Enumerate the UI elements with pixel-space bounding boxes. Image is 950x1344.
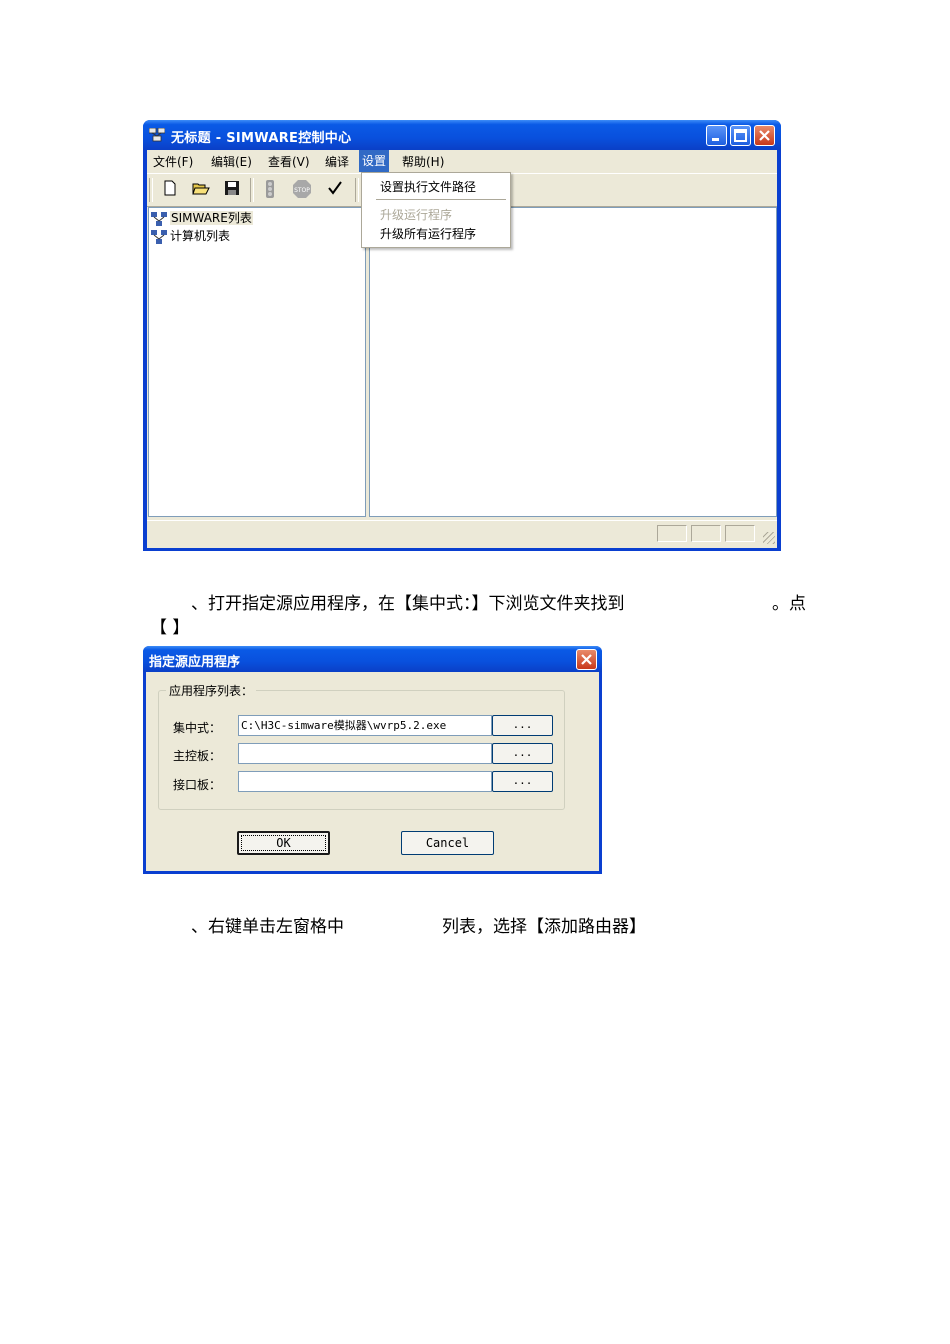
traffic-light-button[interactable] [260,180,280,200]
minimize-icon [712,138,719,141]
main-board-browse-button[interactable]: ... [492,743,553,764]
toolbar-separator [355,178,359,202]
focus-rectangle [241,835,326,851]
check-icon [328,181,342,195]
status-cell [725,525,755,542]
menu-item-upgrade-all-programs[interactable]: 升级所有运行程序 [380,225,476,242]
main-board-path-input[interactable] [238,743,492,764]
open-folder-icon [192,183,210,195]
menu-bar: 文件(F) 编辑(E) 查看(V) 编译 设置 帮助(H) [147,150,777,172]
stop-icon: STOP [293,180,311,198]
specify-source-app-dialog: 指定源应用程序 应用程序列表： 集中式： C:\H3C-simware模拟器\w… [143,646,602,874]
group-label: 应用程序列表： [166,682,257,699]
status-cell [691,525,721,542]
title-bar[interactable]: 无标题 - SIMWARE控制中心 [143,120,781,150]
main-board-label: 主控板： [173,749,222,763]
tree-item-simware-list[interactable]: SIMWARE列表 [151,209,253,226]
network-icon [151,229,167,244]
minimize-button[interactable] [706,125,727,146]
menu-edit[interactable]: 编辑(E) [211,153,252,170]
status-bar [147,520,777,546]
maximize-icon [734,129,747,142]
status-cell [657,525,687,542]
svg-text:STOP: STOP [294,187,310,194]
menu-view[interactable]: 查看(V) [268,153,310,170]
dialog-client-area: 应用程序列表： 集中式： C:\H3C-simware模拟器\wvrp5.2.e… [146,672,599,871]
interface-board-path-input[interactable] [238,771,492,792]
cancel-button[interactable]: Cancel [401,831,494,855]
menu-settings[interactable]: 设置 [359,150,390,172]
simware-control-center-window: 无标题 - SIMWARE控制中心 文件(F) 编辑(E) 查看(V) 编译 设… [143,120,781,551]
menu-help[interactable]: 帮助(H) [402,153,444,170]
interface-board-browse-button[interactable]: ... [492,771,553,792]
centralized-label: 集中式： [173,721,222,735]
content-pane[interactable] [369,207,777,517]
menu-item-set-exe-path[interactable]: 设置执行文件路径 [380,178,476,195]
app-list-group: 应用程序列表： 集中式： C:\H3C-simware模拟器\wvrp5.2.e… [158,682,565,810]
tree-item-computer-list[interactable]: 计算机列表 [151,227,231,244]
cancel-label: Cancel [425,836,470,850]
dialog-title: 指定源应用程序 [149,655,241,670]
menu-file[interactable]: 文件(F) [153,153,193,170]
check-button[interactable] [325,180,345,200]
stop-button[interactable]: STOP [292,180,312,200]
dialog-title-bar[interactable]: 指定源应用程序 [143,646,602,672]
menu-item-upgrade-program: 升级运行程序 [380,208,453,222]
new-file-icon [164,180,176,196]
menu-separator [376,199,506,200]
step-text-click: 。点 [772,594,806,614]
open-button[interactable] [191,180,211,200]
maximize-button[interactable] [730,125,751,146]
settings-dropdown-menu: 设置执行文件路径 升级运行程序 升级所有运行程序 [361,172,511,248]
step-text-right-click: 、右键单击左窗格中 [191,917,344,937]
window-title: 无标题 - SIMWARE控制中心 [171,131,352,146]
close-icon [581,654,592,665]
save-icon [225,181,239,195]
app-icon [149,128,165,142]
traffic-light-icon [266,180,274,198]
resize-grip[interactable] [763,532,775,544]
new-file-button[interactable] [160,180,180,200]
ok-button[interactable]: OK [237,831,330,855]
window-client-area: 文件(F) 编辑(E) 查看(V) 编译 设置 帮助(H) STOP SIMWA… [147,150,777,548]
network-icon [151,211,167,226]
menu-compile[interactable]: 编译 [325,153,349,170]
close-icon [759,130,770,141]
step-text-open-app: 、打开指定源应用程序，在【集中式：】下浏览文件夹找到 [191,594,625,614]
toolbar-separator [250,178,254,202]
centralized-browse-button[interactable]: ... [492,715,553,736]
step-text-brackets: 【 】 [150,618,190,638]
save-button[interactable] [222,180,242,200]
interface-board-label: 接口板： [173,778,222,792]
dialog-close-button[interactable] [576,649,597,670]
tree-item-label: SIMWARE列表 [170,211,253,225]
step-text-add-router: 列表，选择【添加路由器】 [442,917,646,937]
toolbar-grip [149,178,153,202]
close-button[interactable] [754,125,775,146]
tree-pane[interactable]: SIMWARE列表 计算机列表 [148,207,366,517]
tree-item-label: 计算机列表 [170,229,231,243]
centralized-path-input[interactable]: C:\H3C-simware模拟器\wvrp5.2.exe [238,715,492,736]
